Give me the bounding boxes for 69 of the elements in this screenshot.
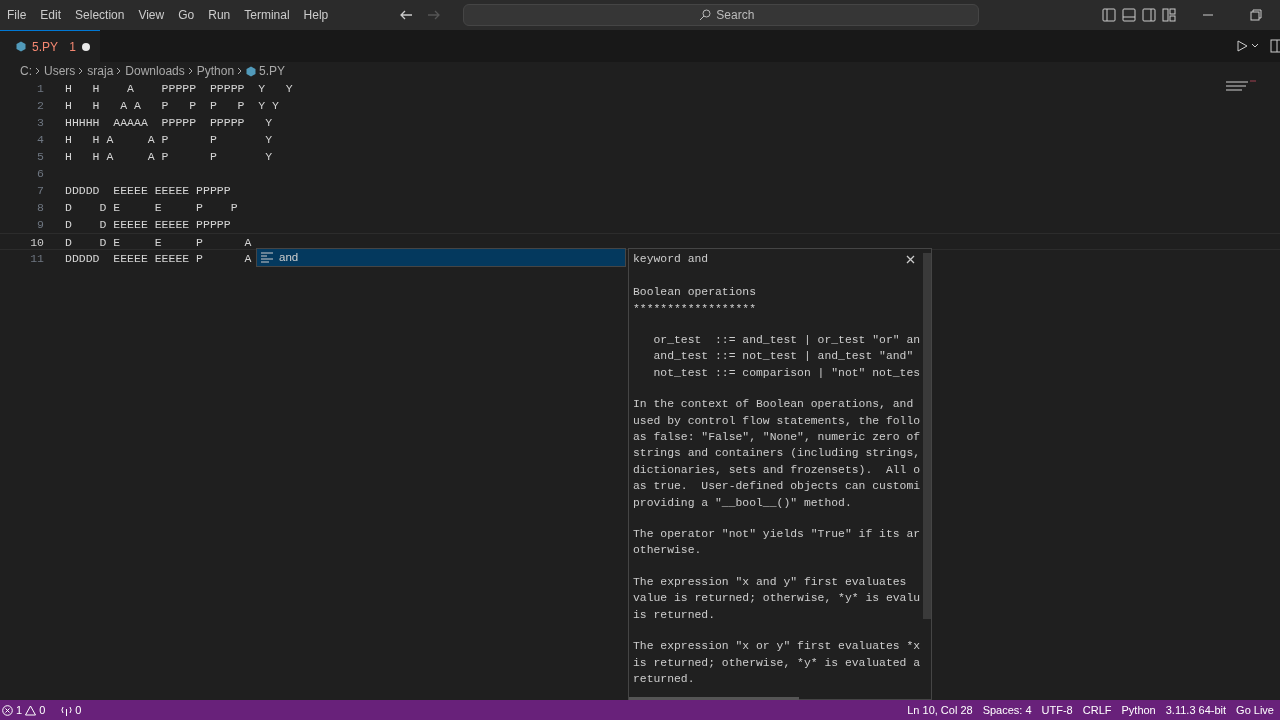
doc-text: Boolean operations	[633, 285, 758, 301]
doc-text: as true. User-defined objects can customi	[633, 479, 919, 495]
doc-text: returned.	[633, 671, 696, 687]
line-number: 2	[36, 98, 44, 114]
breadcrumb-item[interactable]: Users	[44, 62, 76, 80]
line-number: 10	[29, 235, 44, 249]
status-item[interactable]: UTF-8	[1041, 701, 1073, 719]
breadcrumb-item[interactable]: Downloads	[125, 62, 185, 80]
doc-text: as false: "False", "None", numeric zero of	[633, 430, 919, 446]
status-item[interactable]: CRLF	[1082, 701, 1112, 719]
line-number: 7	[36, 183, 44, 199]
doc-text: is returned; otherwise, *y* is evaluated a	[633, 655, 919, 671]
problems-indicator[interactable]: 1 0	[2, 701, 46, 719]
status-item[interactable]: 3.11.3 64-bit	[1165, 701, 1227, 719]
menu-item[interactable]: Help	[296, 6, 336, 24]
status-item[interactable]: Spaces: 4	[982, 701, 1032, 719]
doc-text: The expression "x and y" first evaluates	[633, 574, 908, 590]
line-number: 8	[36, 200, 44, 216]
status-item[interactable]: Python	[1121, 701, 1156, 719]
status-item[interactable]: Go Live	[1236, 701, 1274, 719]
breadcrumb-item[interactable]: C:	[20, 62, 32, 80]
code-line: D D E E P A	[65, 235, 252, 249]
doc-text: value is returned; otherwise, *y* is evalu	[633, 591, 919, 607]
menu-item[interactable]: Terminal	[237, 6, 297, 24]
menu-item[interactable]: Run	[201, 6, 238, 24]
menu-item[interactable]: View	[131, 6, 172, 24]
doc-text: strings and containers (including strings,	[633, 446, 919, 462]
code-line: DDDDD EEEEE EEEEE PPPPP	[65, 183, 231, 199]
code-line: D D EEEEE EEEEE PPPPP	[65, 217, 231, 233]
line-number: 9	[36, 217, 44, 233]
code-line: D D E E P P	[65, 200, 238, 216]
doc-text: or_test ::= and_test | or_test "or" an	[652, 333, 919, 348]
code-line: H H A A P P P P Y Y	[65, 98, 279, 114]
code-line: H H A A P P Y	[65, 132, 273, 148]
status-item[interactable]: Ln 10, Col 28	[907, 701, 973, 719]
menu-item[interactable]: File	[0, 6, 34, 24]
breadcrumb-item[interactable]: 5.PY	[246, 62, 286, 80]
line-number: 3	[36, 115, 44, 131]
code-line: H H A A P P Y	[65, 149, 273, 165]
code-line: H H A PPPPP PPPPP Y Y	[65, 81, 293, 97]
line-number: 5	[36, 149, 44, 165]
line-number: 4	[36, 132, 44, 148]
code-line: HHHHH AAAAA PPPPP PPPPP Y	[65, 115, 273, 131]
line-number: 11	[29, 251, 44, 267]
editor-tab[interactable]: 5.PY 1	[0, 30, 100, 62]
ports-indicator[interactable]: 0	[61, 701, 82, 719]
doc-text: The operator "not" yields "True" if its ar	[633, 527, 919, 543]
doc-text: not_test ::= comparison | "not" not_tes	[652, 365, 919, 381]
doc-text: used by control flow statements, the follo	[633, 413, 919, 429]
doc-text: In the context of Boolean operations, and	[633, 397, 915, 413]
line-number: 1	[36, 81, 44, 97]
search-field[interactable]: Search	[463, 4, 980, 26]
code-line: DDDDD EEEEE EEEEE P A	[65, 251, 252, 267]
menu-item[interactable]: Go	[171, 6, 202, 24]
doc-text: ******************	[633, 301, 758, 317]
breadcrumb-item[interactable]: Python	[196, 62, 235, 80]
doc-text: and_test ::= not_test | and_test "and"	[652, 349, 915, 365]
suggestion-item[interactable]: and	[257, 249, 625, 266]
doc-text: is returned.	[633, 607, 717, 623]
breadcrumb-item[interactable]: sraja	[87, 62, 114, 80]
doc-text: dictionaries, sets and frozensets). All o	[633, 462, 919, 478]
doc-text: otherwise.	[633, 543, 703, 559]
hover-title: keyword and	[633, 252, 709, 267]
line-number: 6	[36, 166, 44, 182]
menu-item[interactable]: Edit	[33, 6, 69, 24]
menu-item[interactable]: Selection	[68, 6, 132, 24]
doc-text: The expression "x or y" first evaluates *x	[633, 639, 919, 655]
problem-count: 1	[69, 38, 76, 56]
doc-text: providing a "__bool__()" method.	[633, 495, 853, 511]
